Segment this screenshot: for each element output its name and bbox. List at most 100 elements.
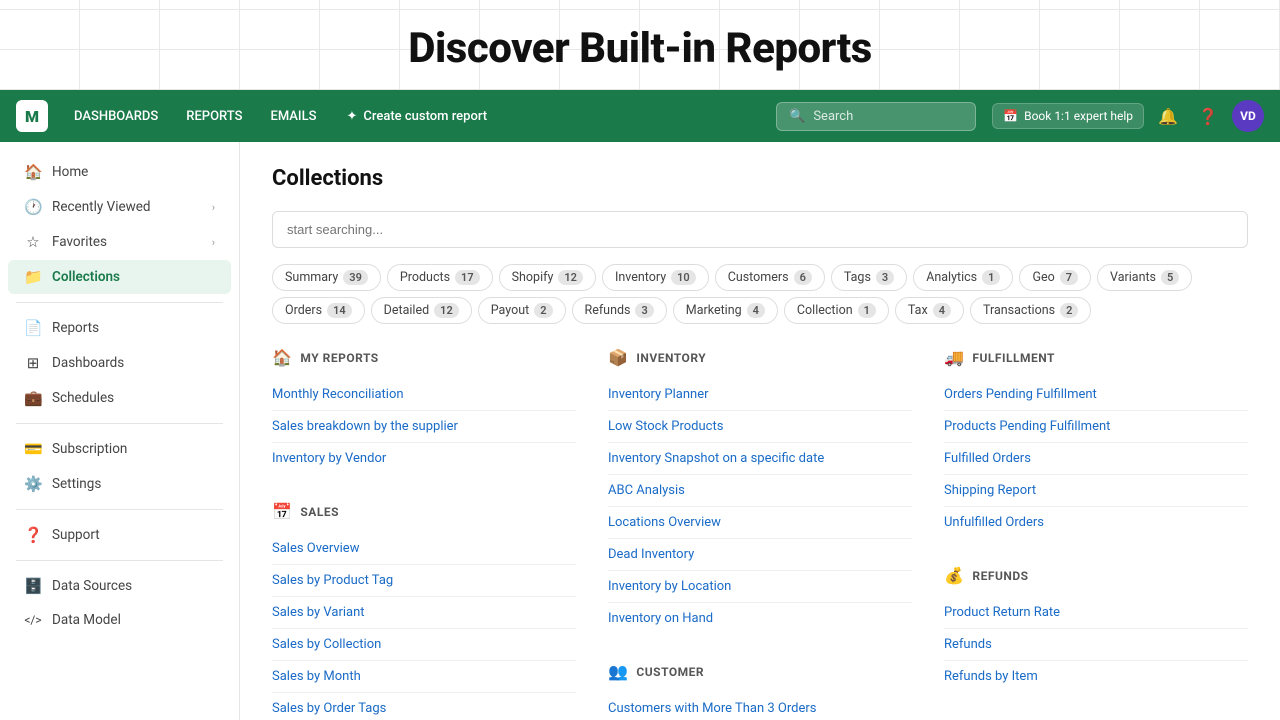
report-dead-inventory[interactable]: Dead Inventory [608, 539, 912, 571]
inventory-icon: 📦 [608, 348, 628, 367]
code-icon: </> [24, 613, 42, 627]
sidebar-item-schedules[interactable]: 💼 Schedules [8, 381, 231, 415]
filter-tab-detailed[interactable]: Detailed 12 [371, 297, 472, 324]
filter-tab-payout[interactable]: Payout 2 [478, 297, 566, 324]
report-inventory-on-hand[interactable]: Inventory on Hand [608, 603, 912, 634]
clock-icon: 🕐 [24, 198, 42, 216]
report-monthly-reconciliation[interactable]: Monthly Reconciliation [272, 379, 576, 411]
report-product-return-rate[interactable]: Product Return Rate [944, 597, 1248, 629]
filter-tab-tags[interactable]: Tags 3 [831, 264, 907, 291]
help-button[interactable]: ❓ [1192, 100, 1224, 132]
section-header-refunds: 💰 REFUNDS [944, 566, 1248, 585]
nav-item-emails[interactable]: EMAILS [260, 103, 326, 130]
chevron-right-icon: › [212, 236, 215, 249]
report-sales-by-month[interactable]: Sales by Month [272, 661, 576, 693]
page-title: Collections [272, 166, 1248, 191]
filter-tab-tax[interactable]: Tax 4 [895, 297, 964, 324]
nav-item-dashboards[interactable]: DASHBOARDS [64, 103, 168, 130]
report-sales-overview[interactable]: Sales Overview [272, 533, 576, 565]
report-products-pending-fulfillment[interactable]: Products Pending Fulfillment [944, 411, 1248, 443]
report-inventory-by-location[interactable]: Inventory by Location [608, 571, 912, 603]
section-inventory: 📦 INVENTORY Inventory Planner Low Stock … [608, 348, 912, 634]
filter-tab-customers[interactable]: Customers 6 [715, 264, 825, 291]
filter-tab-collection[interactable]: Collection 1 [784, 297, 889, 324]
filter-tab-products[interactable]: Products 17 [387, 264, 493, 291]
filter-tab-summary[interactable]: Summary 39 [272, 264, 381, 291]
sidebar-item-label: Support [52, 527, 100, 543]
sidebar-divider-2 [16, 423, 223, 424]
report-sales-breakdown-supplier[interactable]: Sales breakdown by the supplier [272, 411, 576, 443]
nav-search[interactable]: 🔍 Search [776, 102, 976, 131]
sidebar-item-home[interactable]: 🏠 Home [8, 155, 231, 189]
sidebar-divider-4 [16, 560, 223, 561]
report-inventory-planner[interactable]: Inventory Planner [608, 379, 912, 411]
report-sales-by-collection[interactable]: Sales by Collection [272, 629, 576, 661]
filter-tab-transactions[interactable]: Transactions 2 [970, 297, 1091, 324]
sidebar-item-label: Data Model [52, 612, 121, 628]
refunds-icon: 💰 [944, 566, 964, 585]
filter-tab-inventory[interactable]: Inventory 10 [602, 264, 709, 291]
main-content: Collections Summary 39 Products 17 Shopi… [240, 142, 1280, 720]
collections-search-input[interactable] [272, 211, 1248, 248]
column-2: 📦 INVENTORY Inventory Planner Low Stock … [608, 348, 912, 720]
sidebar-item-favorites[interactable]: ☆ Favorites › [8, 225, 231, 259]
report-inventory-by-vendor[interactable]: Inventory by Vendor [272, 443, 576, 474]
report-low-stock-products[interactable]: Low Stock Products [608, 411, 912, 443]
notifications-button[interactable]: 🔔 [1152, 100, 1184, 132]
sidebar-item-dashboards[interactable]: ⊞ Dashboards [8, 346, 231, 380]
report-sales-by-variant[interactable]: Sales by Variant [272, 597, 576, 629]
sidebar-item-label: Data Sources [52, 578, 132, 594]
section-customer: 👥 CUSTOMER Customers with More Than 3 Or… [608, 662, 912, 720]
sidebar-item-support[interactable]: ❓ Support [8, 518, 231, 552]
sidebar-divider-1 [16, 302, 223, 303]
filter-tab-shopify[interactable]: Shopify 12 [499, 264, 596, 291]
star-icon: ☆ [24, 233, 42, 251]
hero-banner: Discover Built-in Reports [0, 0, 1280, 90]
report-locations-overview[interactable]: Locations Overview [608, 507, 912, 539]
report-unfulfilled-orders[interactable]: Unfulfilled Orders [944, 507, 1248, 538]
filter-tab-geo[interactable]: Geo 7 [1019, 264, 1091, 291]
report-shipping-report[interactable]: Shipping Report [944, 475, 1248, 507]
dashboards-icon: ⊞ [24, 354, 42, 372]
sidebar-item-data-model[interactable]: </> Data Model [8, 604, 231, 636]
filter-tab-analytics[interactable]: Analytics 1 [913, 264, 1013, 291]
folder-icon: 📁 [24, 268, 42, 286]
filter-tab-variants[interactable]: Variants 5 [1097, 264, 1192, 291]
filter-tab-orders[interactable]: Orders 14 [272, 297, 365, 324]
sidebar: 🏠 Home 🕐 Recently Viewed › ☆ Favorites ›… [0, 142, 240, 720]
filter-tab-refunds[interactable]: Refunds 3 [572, 297, 667, 324]
sidebar-item-data-sources[interactable]: 🗄️ Data Sources [8, 569, 231, 603]
sidebar-item-label: Collections [52, 269, 120, 285]
schedules-icon: 💼 [24, 389, 42, 407]
expert-help-button[interactable]: 📅 Book 1:1 expert help [992, 103, 1144, 129]
nav-logo[interactable]: M [16, 100, 48, 132]
report-fulfilled-orders[interactable]: Fulfilled Orders [944, 443, 1248, 475]
section-fulfillment: 🚚 FULFILLMENT Orders Pending Fulfillment… [944, 348, 1248, 538]
nav-actions: 📅 Book 1:1 expert help 🔔 ❓ VD [992, 100, 1264, 132]
create-custom-report-button[interactable]: ✦ Create custom report [335, 103, 500, 130]
sidebar-item-subscription[interactable]: 💳 Subscription [8, 432, 231, 466]
filter-tab-marketing[interactable]: Marketing 4 [673, 297, 778, 324]
section-sales: 📅 SALES Sales Overview Sales by Product … [272, 502, 576, 720]
section-my-reports: 🏠 MY REPORTS Monthly Reconciliation Sale… [272, 348, 576, 474]
report-abc-analysis[interactable]: ABC Analysis [608, 475, 912, 507]
sparkle-icon: ✦ [347, 109, 358, 124]
report-inventory-snapshot[interactable]: Inventory Snapshot on a specific date [608, 443, 912, 475]
report-sales-by-product-tag[interactable]: Sales by Product Tag [272, 565, 576, 597]
section-header-sales: 📅 SALES [272, 502, 576, 521]
user-avatar[interactable]: VD [1232, 100, 1264, 132]
fulfillment-icon: 🚚 [944, 348, 964, 367]
nav-item-reports[interactable]: REPORTS [176, 103, 252, 130]
report-orders-pending-fulfillment[interactable]: Orders Pending Fulfillment [944, 379, 1248, 411]
sidebar-item-label: Favorites [52, 234, 107, 250]
sidebar-item-recently-viewed[interactable]: 🕐 Recently Viewed › [8, 190, 231, 224]
report-customers-3-orders[interactable]: Customers with More Than 3 Orders [608, 693, 912, 720]
sidebar-item-reports[interactable]: 📄 Reports [8, 311, 231, 345]
app-body: 🏠 Home 🕐 Recently Viewed › ☆ Favorites ›… [0, 142, 1280, 720]
report-refunds-by-item[interactable]: Refunds by Item [944, 661, 1248, 692]
report-sales-by-order-tags[interactable]: Sales by Order Tags [272, 693, 576, 720]
sidebar-item-settings[interactable]: ⚙️ Settings [8, 467, 231, 501]
sidebar-item-collections[interactable]: 📁 Collections [8, 260, 231, 294]
sidebar-item-label: Home [52, 164, 88, 180]
report-refunds[interactable]: Refunds [944, 629, 1248, 661]
